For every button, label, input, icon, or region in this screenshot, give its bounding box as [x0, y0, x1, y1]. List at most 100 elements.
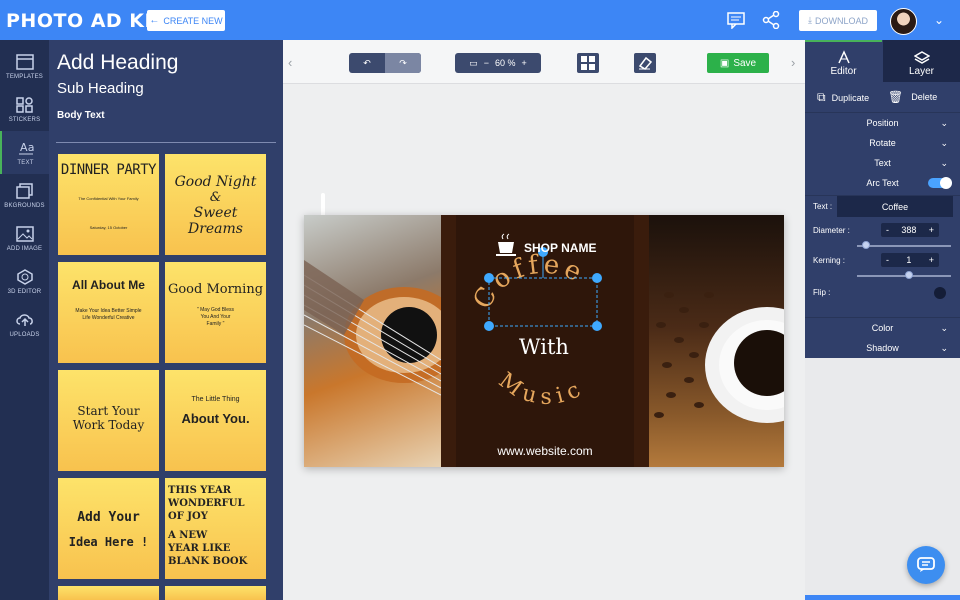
- grid-icon[interactable]: [577, 53, 599, 73]
- add-subheading-button[interactable]: Sub Heading: [57, 80, 144, 97]
- minus-icon[interactable]: -: [886, 225, 889, 235]
- download-icon: ⤓: [808, 15, 812, 25]
- text-template-card[interactable]: THIS YEAR WONDERFUL OF JOY A NEW YEAR LI…: [165, 478, 266, 579]
- text-field-label: Text :: [813, 202, 833, 211]
- plus-icon[interactable]: +: [929, 225, 934, 235]
- shop-name-text[interactable]: SHOP NAME: [524, 241, 596, 255]
- website-text[interactable]: www.website.com: [441, 444, 649, 458]
- nav-label: TEXT: [17, 159, 34, 166]
- card-text: Sweet Dreams: [187, 205, 243, 237]
- arc-text-music[interactable]: Music: [494, 368, 590, 410]
- chevron-right-icon[interactable]: ›: [791, 55, 795, 70]
- share-icon[interactable]: [761, 11, 781, 29]
- plus-icon[interactable]: +: [929, 255, 934, 265]
- flip-toggle[interactable]: [934, 287, 946, 299]
- chevron-down-icon[interactable]: ⌄: [934, 13, 944, 27]
- add-body-text-button[interactable]: Body Text: [57, 110, 105, 121]
- comment-icon[interactable]: [726, 11, 746, 29]
- text-template-card[interactable]: The Little Thing About You.: [165, 370, 266, 471]
- card-text: &: [209, 190, 222, 205]
- layers-icon: [913, 51, 930, 64]
- text-template-card[interactable]: Start Your Work Today: [58, 370, 159, 471]
- floppy-icon: ▣: [719, 57, 730, 69]
- duplicate-button[interactable]: ⧉ Duplicate: [817, 90, 869, 105]
- trash-icon: 🗑: [888, 90, 904, 104]
- chevron-down-icon: ⌄: [940, 157, 948, 168]
- editor-icon: [837, 50, 850, 64]
- zoom-in-icon[interactable]: +: [522, 58, 527, 68]
- diameter-slider-handle[interactable]: [862, 241, 871, 249]
- save-button[interactable]: ▣ Save: [707, 53, 769, 73]
- chevron-down-icon: ⌄: [940, 322, 948, 333]
- rotate-section[interactable]: Rotate ⌄: [805, 133, 960, 153]
- arc-text-toggle[interactable]: [928, 177, 952, 189]
- kerning-stepper[interactable]: - 1 +: [881, 253, 939, 267]
- card-text: " May God Bless You And Your Family ": [196, 307, 235, 327]
- delete-button[interactable]: 🗑 Delete: [888, 90, 937, 104]
- text-template-card[interactable]: [58, 586, 159, 600]
- create-new-button[interactable]: ← CREATE NEW: [147, 10, 225, 31]
- zoom-out-icon[interactable]: −: [484, 58, 489, 68]
- card-title: DINNER PARTY: [60, 162, 157, 178]
- kerning-slider[interactable]: [857, 275, 951, 277]
- minus-icon[interactable]: -: [886, 255, 889, 265]
- card-text: The Little Thing: [191, 396, 240, 403]
- text-template-card[interactable]: [165, 586, 266, 600]
- chevron-down-icon: ⌄: [940, 117, 948, 128]
- eraser-icon[interactable]: [634, 53, 656, 73]
- color-section[interactable]: Color ⌄: [805, 318, 960, 338]
- redo-icon[interactable]: ↷: [385, 53, 421, 73]
- divider: [56, 142, 276, 143]
- text-template-card[interactable]: Add Your Idea Here !: [58, 478, 159, 579]
- position-section[interactable]: Position ⌄: [805, 113, 960, 133]
- nav-item-backgrounds[interactable]: BKGROUNDS: [0, 174, 49, 217]
- stickers-icon: [15, 96, 33, 113]
- nav-item-add-image[interactable]: ADD IMAGE: [0, 217, 49, 260]
- chat-button[interactable]: [907, 546, 945, 584]
- chevron-left-icon[interactable]: ‹: [288, 55, 292, 70]
- chevron-down-icon: ⌄: [940, 137, 948, 148]
- diameter-value: 388: [901, 225, 917, 235]
- nav-label: ADD IMAGE: [6, 245, 43, 252]
- arrow-left-icon: ←: [149, 15, 160, 26]
- shadow-section[interactable]: Shadow ⌄: [805, 338, 960, 358]
- position-label: Position: [866, 118, 899, 128]
- card-text: Work Today: [72, 418, 145, 432]
- download-button[interactable]: ⤓ DOWNLOAD: [799, 10, 877, 31]
- upload-icon: [15, 313, 33, 326]
- undo-icon[interactable]: ↶: [349, 53, 385, 73]
- tab-editor[interactable]: Editor: [805, 40, 882, 82]
- nav-item-stickers[interactable]: STICKERS: [0, 88, 49, 131]
- preview-icon[interactable]: ▭: [469, 58, 478, 69]
- text-section-label: Text: [874, 158, 891, 168]
- chevron-down-icon: ⌄: [940, 342, 948, 353]
- text-section[interactable]: Text ⌄: [805, 153, 960, 173]
- with-text[interactable]: With: [509, 335, 579, 359]
- diameter-slider[interactable]: [857, 245, 951, 247]
- kerning-slider-handle[interactable]: [904, 271, 913, 279]
- arc-text-row: Arc Text: [805, 173, 960, 193]
- diameter-stepper[interactable]: - 388 +: [881, 223, 939, 237]
- text-template-card[interactable]: Good Morning " May God Bless You And You…: [165, 262, 266, 363]
- tab-editor-label: Editor: [830, 66, 857, 77]
- nav-item-3d-editor[interactable]: 3D EDITOR: [0, 260, 49, 303]
- nav-label: BKGROUNDS: [4, 202, 45, 209]
- tab-layer-label: Layer: [908, 66, 934, 77]
- tab-layer[interactable]: Layer: [883, 40, 960, 82]
- color-label: Color: [871, 323, 894, 333]
- text-template-card[interactable]: Good Night & Sweet Dreams: [165, 154, 266, 255]
- card-text: Saturday, 15 October: [89, 225, 128, 230]
- flip-label: Flip :: [813, 288, 831, 297]
- design-canvas[interactable]: Coffee Music SHOP NAME With www.website.…: [304, 215, 784, 467]
- text-template-card[interactable]: All About Me Make Your Idea Better Simpl…: [58, 262, 159, 363]
- add-heading-button[interactable]: Add Heading: [57, 51, 178, 75]
- text-value-input[interactable]: Coffee: [837, 196, 953, 217]
- nav-item-uploads[interactable]: UPLOADS: [0, 303, 49, 346]
- text-template-card[interactable]: DINNER PARTY The Confidential With Your …: [58, 154, 159, 255]
- nav-item-text[interactable]: Aa TEXT: [0, 131, 49, 174]
- nav-item-templates[interactable]: TEMPLATES: [0, 45, 49, 88]
- card-text: YEAR LIKE: [168, 543, 231, 554]
- avatar[interactable]: [890, 8, 917, 35]
- zoom-group: ▭ − 60 % +: [455, 53, 541, 73]
- download-label: DOWNLOAD: [814, 15, 868, 26]
